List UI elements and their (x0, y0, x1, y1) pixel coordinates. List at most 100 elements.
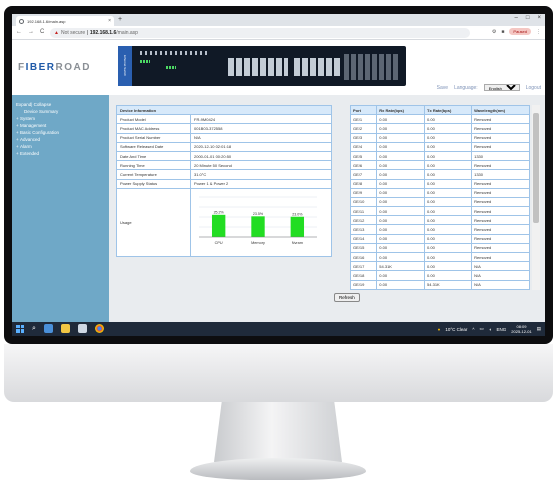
table-cell: 0.00 (424, 141, 473, 152)
back-icon[interactable]: ← (16, 29, 22, 35)
row-value: 001B03-372558 (190, 123, 332, 134)
extensions-icon[interactable]: ■ (501, 29, 504, 35)
table-row: Software Released Date 2020-12-10 02:01:1… (116, 141, 332, 152)
table-cell: 0.00 (376, 206, 426, 217)
table-row: GE/10 0.00 0.00 Removed (350, 196, 530, 208)
windows-start-icon[interactable] (16, 324, 24, 333)
browser-tab[interactable]: 192.168.1.6/main.asp × (16, 16, 114, 26)
row-value: 31.0°C (190, 169, 332, 180)
chrome-icon[interactable] (94, 324, 104, 333)
table-header-row: Port Rx Rate(bps) Tx Rate(bps) Wavelengt… (350, 105, 530, 116)
row-value: 2020-12-10 02:01:18 (190, 141, 332, 152)
weather-text[interactable]: 10°C Clear (445, 327, 467, 332)
table-row: GE/18 0.00 0.00 N/A (350, 270, 530, 281)
table-cell: 0.00 (424, 160, 473, 171)
table-cell: Removed (471, 242, 530, 254)
status-leds (140, 51, 210, 55)
category-label: Memory (251, 241, 265, 245)
table-cell: 0.00 (376, 187, 426, 198)
menu-icon[interactable]: ⋮ (536, 29, 541, 35)
table-cell: 0.00 (376, 160, 426, 171)
table-cell: GE/12 (350, 215, 378, 226)
close-window-button[interactable]: × (537, 15, 541, 21)
notifications-icon[interactable]: ▤ (537, 326, 541, 332)
sidebar-item-advanced[interactable]: +Advanced (16, 136, 105, 143)
app-icon[interactable] (77, 324, 87, 333)
sidebar-item-basic-configuration[interactable]: +Basic Configuration (16, 129, 105, 136)
sidebar-item-management[interactable]: +Management (16, 122, 105, 129)
table-cell: N/A (471, 270, 530, 281)
row-value: Power 1 & Power 2 (190, 178, 332, 189)
save-link[interactable]: Save (437, 85, 448, 91)
reload-icon[interactable]: C (40, 29, 44, 35)
expand-collapse-link[interactable]: Expand| Collapse (16, 101, 105, 108)
system-tray: ● 10°C Clear ^ ▭ ◖ ENG 08:09 2025-12-01 … (438, 324, 541, 334)
table-cell: 0.00 (424, 206, 473, 217)
browser-tabstrip: 192.168.1.6/main.asp × + – □ × (12, 14, 545, 26)
logout-link[interactable]: Logout (526, 85, 541, 91)
clock[interactable]: 08:09 2025-12-01 (511, 324, 531, 334)
sidebar-item-extended[interactable]: +Extended (16, 150, 105, 157)
row-label: Date And Time (116, 150, 191, 162)
table-cell: 0.00 (376, 141, 426, 152)
column-header: Tx Rate(bps) (424, 105, 473, 116)
table-cell: 0.00 (376, 251, 426, 263)
column-header: Port (350, 105, 378, 116)
table-cell: 0.00 (376, 233, 426, 244)
table-cell: 0.00 (376, 242, 426, 254)
ports-table-scroll[interactable]: Port Rx Rate(bps) Tx Rate(bps) Wavelengt… (350, 105, 540, 290)
category-label: Nvram (292, 241, 303, 245)
table-cell: N/A (471, 261, 530, 272)
switch-front-panel-image: Ethernet Switch (118, 46, 406, 86)
new-tab-button[interactable]: + (118, 16, 122, 24)
close-tab-icon[interactable]: × (108, 18, 111, 24)
settings-icon[interactable]: ⚙ (492, 29, 496, 35)
address-bar[interactable]: ▲ Not secure | 192.168.1.6 /main.asp (50, 28, 470, 38)
language-indicator[interactable]: ENG (497, 327, 507, 332)
url-path: /main.asp (116, 30, 138, 36)
network-icon[interactable]: ▭ (480, 326, 484, 332)
warning-icon: ▲ (54, 30, 59, 36)
sidebar-item-alarm[interactable]: +Alarm (16, 143, 105, 150)
vertical-scrollbar[interactable] (532, 105, 540, 290)
language-label: Language: (454, 84, 478, 91)
table-cell: 0.00 (424, 270, 473, 281)
monitor-stand-base (190, 458, 366, 480)
maximize-button[interactable]: □ (526, 15, 530, 21)
language-select[interactable]: English (483, 84, 520, 91)
port-rate-table: Port Rx Rate(bps) Tx Rate(bps) Wavelengt… (350, 105, 530, 290)
table-cell: 1330 (471, 169, 530, 180)
column-header: Wavelength(nm) (471, 105, 530, 116)
browser-toolbar: ← → C ▲ Not secure | 192.168.1.6 /main.a… (12, 26, 545, 40)
table-cell: 0.00 (376, 132, 426, 143)
table-cell: Removed (471, 224, 530, 235)
row-value: 2000-01-01 00:20:50 (190, 150, 332, 162)
sidebar-item-system[interactable]: +System (16, 115, 105, 122)
table-row: Current Temperature 31.0°C (116, 169, 332, 180)
table-row: GE/7 0.00 0.00 1330 (350, 169, 530, 180)
refresh-button[interactable]: Refresh (334, 293, 360, 302)
table-cell: 0.00 (424, 288, 473, 290)
minimize-button[interactable]: – (515, 15, 518, 21)
scrollbar-thumb[interactable] (533, 113, 539, 223)
chevron-up-icon[interactable]: ^ (472, 327, 474, 332)
table-cell: 0.00 (424, 123, 473, 134)
file-explorer-icon[interactable] (60, 324, 70, 333)
table-cell: Removed (471, 132, 530, 143)
forward-icon[interactable]: → (28, 29, 34, 35)
usage-label: Usage (116, 187, 191, 257)
port-leds (140, 60, 150, 63)
search-icon[interactable]: ⌕ (32, 325, 36, 333)
table-cell: 54.31K (376, 261, 426, 272)
task-view-icon[interactable] (43, 324, 53, 333)
usage-chart-cell: 25.2% CPU 23.5% Memory 23.0% Nvram (190, 187, 332, 257)
sidebar-item-device-summary[interactable]: Device Summary (16, 108, 105, 115)
volume-icon[interactable]: ◖ (489, 327, 492, 332)
toolbar-right: ⚙ ■ Paused ⋮ (492, 28, 541, 35)
profile-button[interactable]: Paused (509, 28, 531, 35)
table-cell: Removed (471, 178, 530, 189)
clock-date: 2025-12-01 (511, 329, 532, 334)
table-cell: GE/9 (350, 187, 378, 198)
table-cell: 0.00 (424, 114, 473, 125)
table-cell: GE/1 (350, 114, 378, 125)
